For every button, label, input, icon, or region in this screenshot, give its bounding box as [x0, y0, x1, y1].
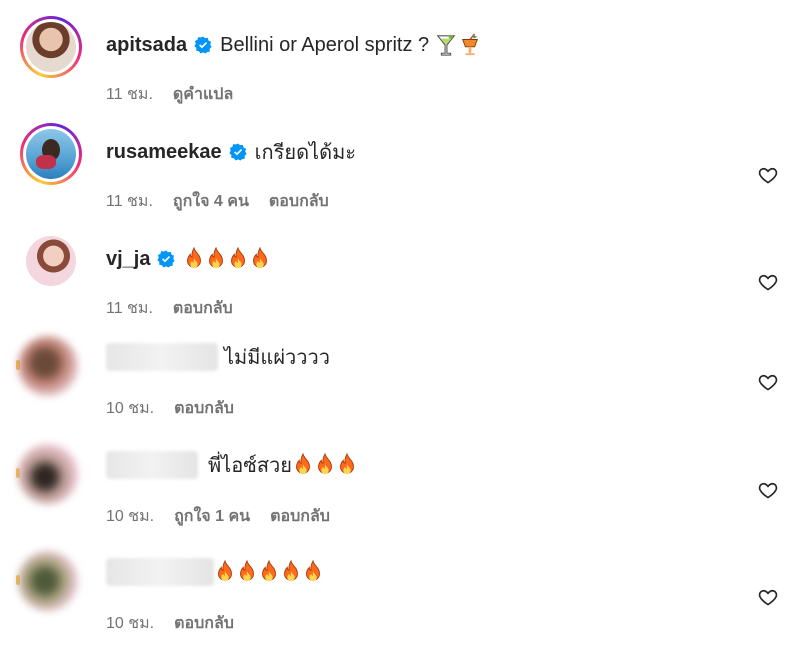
fire-icon: [187, 247, 202, 269]
heart-like-icon[interactable]: [758, 480, 778, 500]
reply-button[interactable]: ตอบกลับ: [174, 611, 234, 636]
fire-icon: [253, 247, 268, 269]
redacted-username: [106, 451, 198, 479]
comment-text: Bellini or Aperol spritz ?: [220, 33, 430, 56]
fire-icon: [262, 560, 276, 582]
fire-emoji-group: [183, 247, 271, 271]
heart-like-icon[interactable]: [758, 372, 778, 392]
likes-count-link[interactable]: ถูกใจ 1 คน: [174, 504, 250, 529]
avatar[interactable]: [20, 230, 82, 292]
fire-emoji-group: [292, 453, 358, 477]
reply-button[interactable]: ตอบกลับ: [270, 504, 330, 529]
fire-icon: [296, 453, 310, 475]
reply-button[interactable]: ตอบกลับ: [269, 189, 329, 214]
comment-time: 11 ชม.: [106, 300, 153, 317]
comment-text: ไม่มีแผ่วววว: [224, 347, 330, 369]
comment-text: พี่ไอซ์สวย: [208, 455, 292, 477]
fire-icon: [284, 560, 298, 582]
avatar[interactable]: [18, 551, 78, 611]
comment-time: 11 ชม.: [106, 86, 153, 103]
fire-icon: [209, 247, 224, 269]
fire-icon: [218, 560, 232, 582]
cocktail-glass-icon: [436, 34, 456, 56]
heart-like-icon[interactable]: [758, 272, 778, 292]
see-translation-link[interactable]: ดูคำแปล: [173, 82, 233, 107]
avatar[interactable]: [20, 123, 82, 185]
comment-item: ไม่มีแผ่วววว 10 ชม. ตอบกลับ: [0, 330, 800, 430]
reply-button[interactable]: ตอบกลับ: [173, 296, 233, 321]
reply-button[interactable]: ตอบกลับ: [174, 396, 234, 421]
fire-icon: [318, 453, 332, 475]
avatar[interactable]: [20, 16, 82, 78]
fire-icon: [231, 247, 246, 269]
comment-time: 10 ชม.: [106, 508, 155, 525]
avatar[interactable]: [18, 336, 78, 396]
verified-badge-icon: [194, 36, 212, 54]
comment-item: 10 ชม. ตอบกลับ: [0, 545, 800, 645]
redacted-username: [106, 343, 218, 371]
likes-count-link[interactable]: ถูกใจ 4 คน: [173, 189, 249, 214]
heart-like-icon[interactable]: [758, 165, 778, 185]
comment-time: 10 ชม.: [106, 400, 155, 417]
comment-item: พี่ไอซ์สวย 10 ชม. ถูกใจ 1 คน ตอบกลับ: [0, 438, 800, 538]
fire-icon: [240, 560, 254, 582]
heart-like-icon[interactable]: [758, 587, 778, 607]
fire-emoji-group: [214, 560, 324, 584]
comment-username[interactable]: apitsada: [106, 34, 187, 57]
tropical-drink-icon: [462, 33, 479, 56]
comment-item: rusameekae เกรียดได้มะ 11 ชม. ถูกใจ 4 คน…: [0, 123, 800, 223]
comment-item: apitsada Bellini or Aperol spritz ? 11 ช…: [0, 16, 800, 116]
comment-text: เกรียดได้มะ: [254, 142, 357, 164]
fire-icon: [340, 453, 354, 475]
comment-time: 11 ชม.: [106, 193, 153, 210]
avatar[interactable]: [18, 444, 78, 504]
comment-username[interactable]: vj_ja: [106, 248, 150, 271]
comment-time: 10 ชม.: [106, 615, 155, 632]
fire-icon: [306, 560, 320, 582]
comment-item: vj_ja 11 ชม. ตอบกลับ: [0, 230, 800, 330]
verified-badge-icon: [157, 250, 176, 268]
comment-username[interactable]: rusameekae: [106, 141, 222, 164]
verified-badge-icon: [229, 143, 247, 161]
redacted-username: [106, 558, 214, 586]
